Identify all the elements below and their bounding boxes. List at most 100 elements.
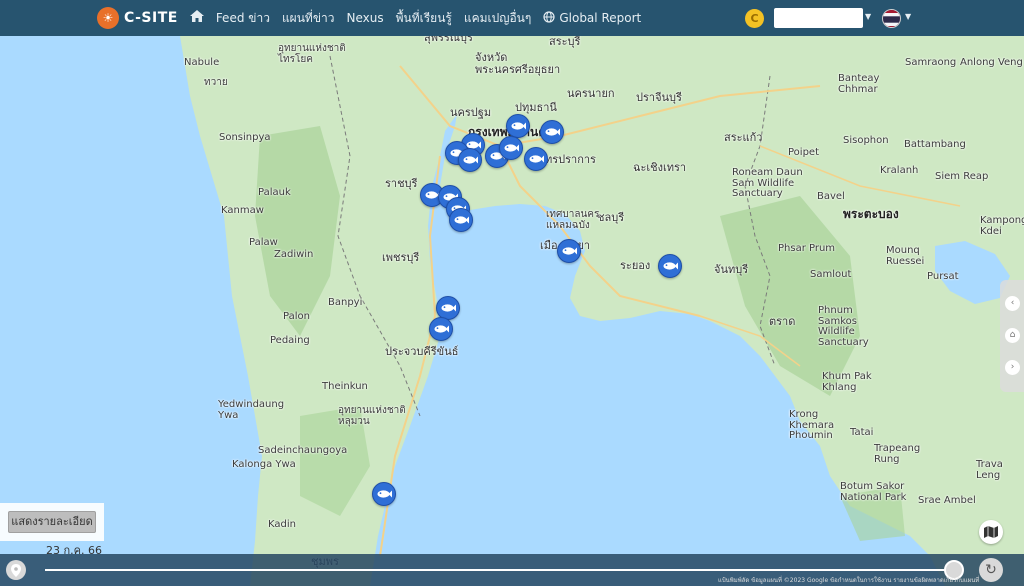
map-place-label: Battambang — [904, 139, 966, 150]
user-menu-caret-icon[interactable]: ▼ — [865, 12, 871, 21]
map-place-label: Anlong Veng — [960, 57, 1023, 68]
logo-sun-icon: ☀ — [97, 7, 119, 29]
fish-report-marker-icon[interactable] — [429, 317, 453, 341]
app-root: ☀ C-SITE Feed ข่าว แผนที่ข่าว Nexus พื้น… — [0, 0, 1024, 586]
map-place-label: Roneam Daun Sam Wildlife Sanctuary — [732, 167, 803, 199]
map-place-label: Phnum Samkos Wildlife Sanctuary — [818, 305, 869, 348]
map-place-label: Samlout — [810, 269, 852, 280]
map-place-label: ฉะเชิงเทรา — [633, 161, 687, 174]
map-place-label: Kalonga Ywa — [232, 459, 296, 470]
side-controls: ‹ ⌂ › — [1000, 280, 1024, 392]
map-place-label: Yedwindaung Ywa — [218, 399, 285, 421]
map-place-label: ประจวบคีรีขันธ์ — [385, 345, 459, 358]
map-place-label: Kampong Kdei — [980, 215, 1024, 237]
map-attribution: แป้นพิมพ์ลัด ข้อมูลแผนที่ ©2023 Google ข… — [718, 577, 980, 584]
map-place-label: Tatai — [850, 427, 874, 438]
map-place-label: Banpyi — [328, 297, 363, 308]
fish-report-marker-icon[interactable] — [458, 148, 482, 172]
map-place-label: ปราจีนบุรี — [636, 91, 682, 104]
map-place-label: Sadeinchaungoya — [258, 445, 348, 456]
map-place-label: Banteay Chhmar — [838, 73, 880, 95]
home-icon[interactable] — [189, 10, 204, 26]
globe-icon — [543, 10, 555, 26]
fish-report-marker-icon[interactable] — [499, 136, 523, 160]
map-place-label: Trava Leng — [976, 459, 1003, 481]
location-pin-icon[interactable] — [6, 560, 26, 580]
user-name-box[interactable] — [774, 8, 863, 28]
nav-feed[interactable]: Feed ข่าว — [216, 9, 270, 28]
map-place-label: Nabule — [184, 57, 220, 68]
fish-report-marker-icon[interactable] — [372, 482, 396, 506]
next-arrow-icon[interactable]: › — [1005, 360, 1020, 375]
language-caret-icon[interactable]: ▼ — [905, 12, 911, 21]
nav-campaigns-label: แคมเปญอื่นๆ — [463, 10, 532, 25]
map-place-label: อุทยานแห่งชาติ หลุมวน — [338, 405, 406, 427]
map-layers-button[interactable] — [979, 520, 1003, 544]
map-place-label: Pursat — [927, 271, 959, 282]
nav-news-map[interactable]: แผนที่ข่าว — [282, 9, 335, 28]
map-place-label: Botum Sakor National Park — [840, 481, 907, 503]
fish-report-marker-icon[interactable] — [506, 114, 530, 138]
prev-arrow-icon[interactable]: ‹ — [1005, 296, 1020, 311]
map-place-label: Mounq Ruessei — [886, 245, 925, 267]
map-place-label: ระยอง — [620, 259, 651, 272]
fish-report-marker-icon[interactable] — [524, 147, 548, 171]
nav-learning[interactable]: พื้นที่เรียนรู้ — [396, 9, 452, 28]
map-place-label: ทวาย — [204, 77, 228, 88]
top-navbar: ☀ C-SITE Feed ข่าว แผนที่ข่าว Nexus พื้น… — [0, 0, 1024, 36]
show-details-button[interactable]: แสดงรายละเอียด — [8, 511, 96, 533]
map-place-label: นครนายก — [567, 87, 615, 100]
map-place-label: สระบุรี — [549, 35, 581, 48]
map-place-label: จันทบุรี — [714, 263, 749, 276]
map-place-label: จังหวัด พระนครศรีอยุธยา — [475, 51, 561, 76]
refresh-icon[interactable]: ↻ — [979, 558, 1003, 582]
nav-nexus[interactable]: Nexus — [347, 11, 384, 25]
map-place-label: Siem Reap — [935, 171, 989, 182]
map-place-label: Kralanh — [880, 165, 919, 176]
map-place-label: Kanmaw — [221, 205, 264, 216]
map-place-label: Sisophon — [843, 135, 889, 146]
map-place-label: เพชรบุรี — [382, 251, 420, 264]
home-map-icon[interactable]: ⌂ — [1005, 328, 1020, 343]
fish-report-marker-icon[interactable] — [557, 239, 581, 263]
map-place-label: พระตะบอง — [843, 207, 899, 221]
nav-feed-label: Feed ข่าว — [215, 10, 270, 25]
nav-nexus-label: Nexus — [346, 11, 384, 25]
map-place-label: ปทุมธานี — [515, 101, 557, 114]
map-place-label: สระแก้ว — [724, 131, 763, 144]
coin-icon[interactable]: C — [745, 9, 764, 28]
timeline-track[interactable] — [45, 569, 955, 571]
map-place-label: Samraong — [905, 57, 957, 68]
map-place-label: อุทยานแห่งชาติ ไทรโยค — [278, 43, 346, 65]
nav-news-map-label: แผนที่ข่าว — [281, 10, 335, 25]
nav-global-report-label: Global Report — [559, 11, 642, 25]
thailand-flag-icon[interactable] — [882, 9, 901, 28]
fish-report-marker-icon[interactable] — [540, 120, 564, 144]
map-place-label: Bavel — [817, 191, 845, 202]
logo-text: C-SITE — [124, 10, 178, 26]
fish-report-marker-icon[interactable] — [449, 208, 473, 232]
map-place-label: ชลบุรี — [597, 211, 625, 224]
nav-campaigns[interactable]: แคมเปญอื่นๆ — [464, 9, 531, 28]
map-place-label: Pedaing — [270, 335, 310, 346]
map-place-label: เทศบาลนคร แหลมฉบัง — [546, 209, 600, 231]
map-place-label: Palon — [283, 311, 310, 322]
map-place-label: Palaw — [249, 237, 278, 248]
map-place-label: Kadin — [268, 519, 296, 530]
map-place-label: ตราด — [769, 315, 796, 328]
map-place-label: Sonsinpya — [219, 132, 271, 143]
map-place-label: ราชบุรี — [385, 177, 418, 190]
map-place-label: Palauk — [258, 187, 291, 198]
map-place-label: Trapeang Rung — [874, 443, 921, 465]
map-canvas[interactable]: อุทยานแห่งชาติ ไทรโยค สุพรรณบุรี สระบุรี จั… — [0, 32, 1024, 586]
map-place-label: Khum Pak Khlang — [822, 371, 872, 393]
map-place-label: Theinkun — [322, 381, 368, 392]
site-logo[interactable]: ☀ C-SITE — [97, 7, 178, 29]
map-place-label: Krong Khemara Phoumin — [789, 409, 835, 441]
detail-panel: แสดงรายละเอียด — [0, 503, 104, 541]
map-place-label: Phsar Prum — [778, 243, 836, 254]
map-place-label: Poipet — [788, 147, 819, 158]
map-place-label: นครปฐม — [450, 106, 492, 119]
fish-report-marker-icon[interactable] — [658, 254, 682, 278]
nav-global-report[interactable]: Global Report — [543, 10, 642, 26]
